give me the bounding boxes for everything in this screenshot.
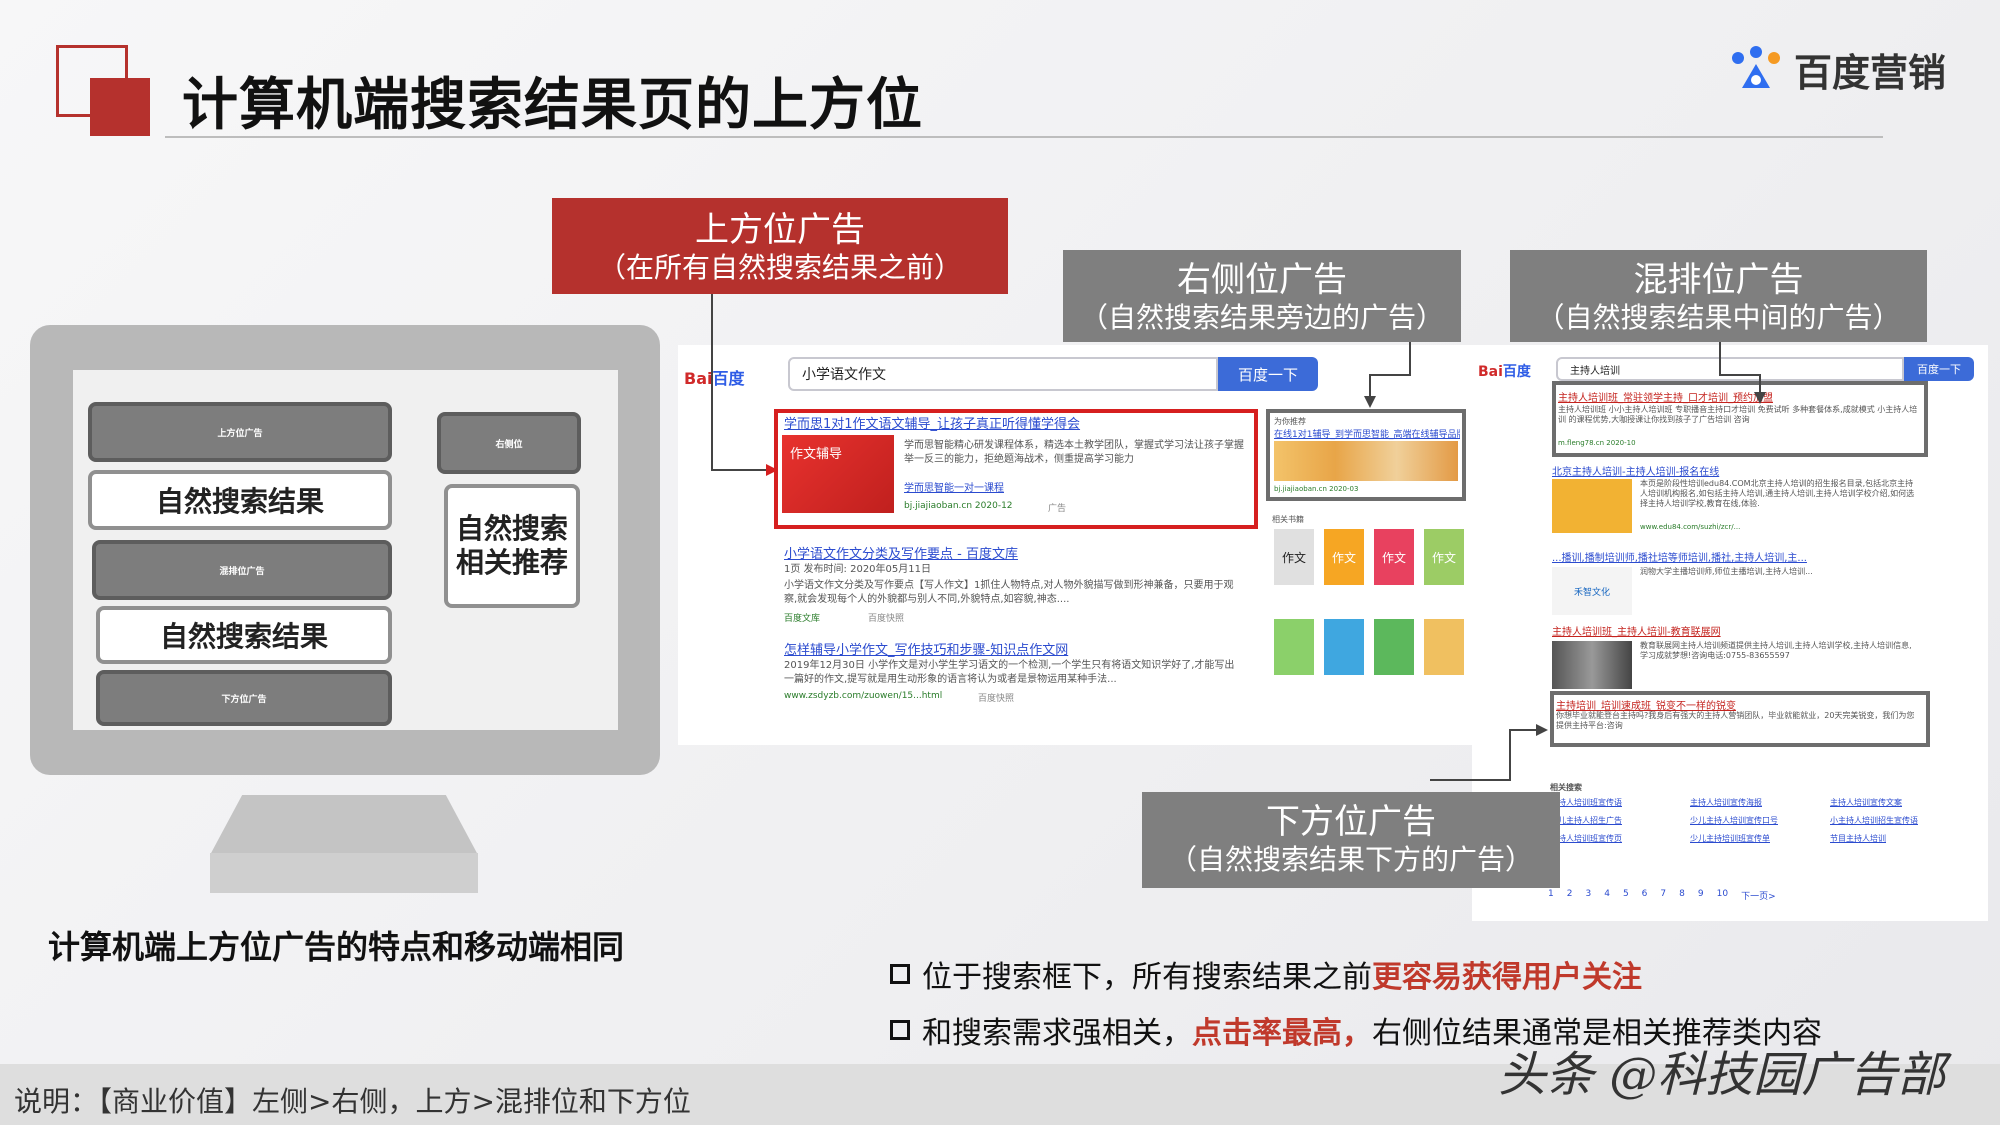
connector-bottom-arrow bbox=[1536, 724, 1548, 736]
bullet-2-text-a: 和搜索需求强相关， bbox=[922, 1016, 1192, 1051]
bullet-square-icon bbox=[890, 1020, 910, 1040]
watermark: 头条 @科技园广告部 bbox=[1498, 1047, 1946, 1103]
connector-right bbox=[1369, 342, 1411, 402]
bullet-1-highlight: 更容易获得用户关注 bbox=[1372, 960, 1642, 995]
bullet-2-highlight: 点击率最高， bbox=[1192, 1016, 1372, 1051]
connector-mixed-arrow bbox=[1754, 392, 1766, 404]
footer-text: 说明：【商业价值】左侧>右侧，上方>混排位和下方位 bbox=[14, 1085, 691, 1118]
connector-top-arrow bbox=[766, 464, 778, 476]
bullet-square-icon bbox=[890, 964, 910, 984]
connector-mixed bbox=[1719, 342, 1761, 398]
connector-top bbox=[711, 294, 770, 471]
note-text: 计算机端上方位广告的特点和移动端相同 bbox=[48, 928, 625, 966]
bullet-1: 位于搜索框下，所有搜索结果之前更容易获得用户关注 bbox=[890, 952, 1642, 996]
connector-right-arrow bbox=[1364, 396, 1376, 408]
connector-bottom bbox=[1430, 729, 1540, 781]
bullet-1-text: 位于搜索框下，所有搜索结果之前 bbox=[922, 960, 1372, 995]
